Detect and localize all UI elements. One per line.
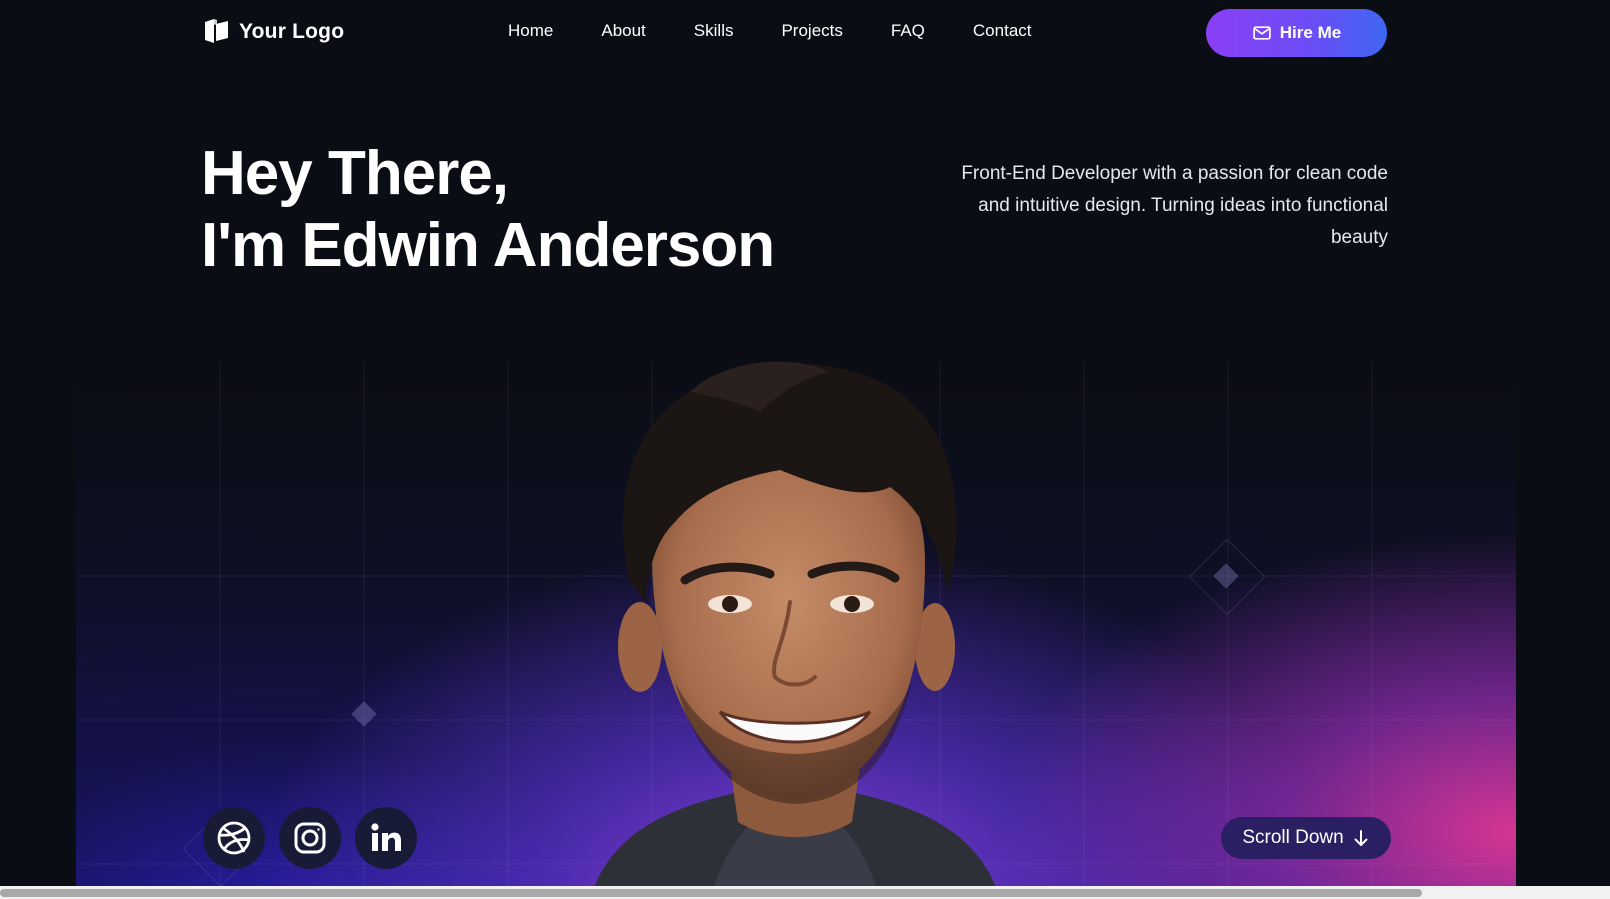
logo-icon xyxy=(205,19,228,43)
main-nav: Home About Skills Projects FAQ Contact xyxy=(508,21,1032,41)
scroll-down-label: Scroll Down xyxy=(1242,827,1344,848)
scroll-down-button[interactable]: Scroll Down xyxy=(1221,817,1391,859)
hero-description: Front-End Developer with a passion for c… xyxy=(961,163,1388,248)
social-links xyxy=(203,807,417,869)
hero-title: Hey There, I'm Edwin Anderson xyxy=(201,138,775,282)
nav-projects[interactable]: Projects xyxy=(781,21,842,41)
scrollbar-thumb[interactable] xyxy=(0,889,1422,897)
hero-title-line1: Hey There, xyxy=(201,139,509,208)
nav-skills[interactable]: Skills xyxy=(694,21,734,41)
horizontal-scrollbar[interactable] xyxy=(0,886,1610,899)
dribbble-icon xyxy=(217,821,251,855)
hire-me-button[interactable]: Hire Me xyxy=(1206,9,1387,57)
mail-icon xyxy=(1253,26,1271,40)
instagram-icon xyxy=(294,822,326,854)
nav-contact[interactable]: Contact xyxy=(973,21,1032,41)
instagram-button[interactable] xyxy=(279,807,341,869)
nav-faq[interactable]: FAQ xyxy=(891,21,925,41)
profile-photo xyxy=(590,361,1000,899)
hire-me-label: Hire Me xyxy=(1279,23,1342,42)
logo[interactable]: Your Logo xyxy=(203,18,344,45)
arrow-down-icon xyxy=(1354,830,1368,846)
linkedin-icon xyxy=(371,823,401,851)
hero-title-line2: I'm Edwin Anderson xyxy=(201,211,775,280)
linkedin-button[interactable] xyxy=(355,807,417,869)
dribbble-button[interactable] xyxy=(203,807,265,869)
nav-home[interactable]: Home xyxy=(508,21,553,41)
logo-text: Your Logo xyxy=(239,19,345,43)
nav-about[interactable]: About xyxy=(601,21,645,41)
